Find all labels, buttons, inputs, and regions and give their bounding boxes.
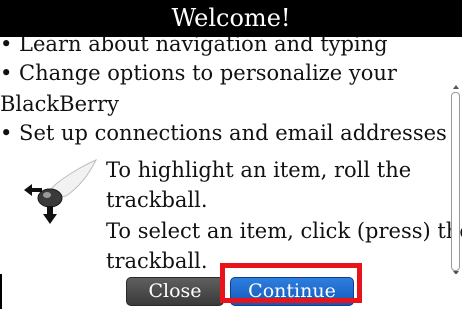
- bullet-options-cont: BlackBerry: [0, 92, 119, 116]
- close-button[interactable]: Close: [126, 277, 224, 306]
- bullet-navigation: • Learn about navigation and typing: [0, 37, 388, 56]
- scroll-up-icon[interactable]: [453, 85, 459, 89]
- trackball-hand-icon: [24, 159, 98, 224]
- tip-highlight: To highlight an item, roll the: [106, 158, 412, 182]
- bullet-connections: • Set up connections and email addresses: [0, 121, 447, 145]
- tip-select-cont: trackball.: [106, 249, 208, 273]
- scrollbar[interactable]: [451, 92, 460, 271]
- highlight-box: [220, 263, 362, 303]
- bullet-options: • Change options to personalize your: [0, 61, 397, 85]
- tip-select: To select an item, click (press) the: [106, 219, 462, 243]
- frame-edge: [0, 274, 2, 309]
- dialog-title: Welcome!: [0, 0, 462, 37]
- welcome-panel: • Learn about navigation and typing • Ch…: [0, 37, 462, 274]
- tip-highlight-cont: trackball.: [106, 188, 208, 212]
